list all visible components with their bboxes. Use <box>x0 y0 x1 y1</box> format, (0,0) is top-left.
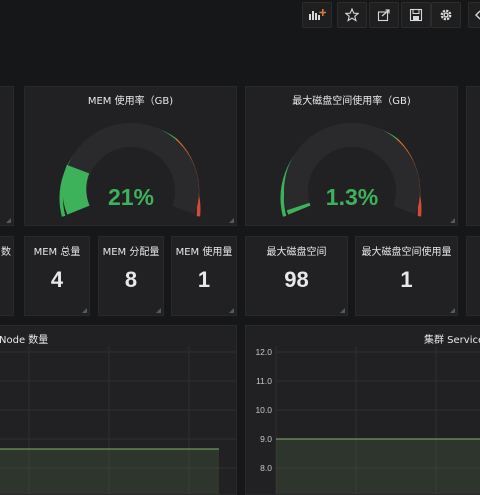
graph-cluster-service-plot: 12.0 11.0 10.0 9.0 8.0 <box>255 346 480 494</box>
stat-panel-mem-allocated[interactable]: MEM 分配量 8 <box>98 236 164 316</box>
save-button[interactable] <box>401 2 431 28</box>
add-panel-button[interactable] <box>302 2 332 28</box>
stat-title: MEM 使用量 <box>175 247 233 258</box>
chevron-left-icon <box>475 10 480 20</box>
y-tick-label: 12.0 <box>255 347 272 357</box>
stat-title: MEM 总量 <box>33 247 81 258</box>
gauge-value: 1.3% <box>326 184 378 210</box>
stat-value: 1 <box>400 267 413 292</box>
dashboard-toolbar <box>0 0 480 32</box>
star-icon <box>345 8 359 22</box>
partial-panel-left <box>0 86 14 226</box>
graph-panel-cluster-service[interactable]: 集群 Service 12.0 11.0 10.0 9.0 8.0 <box>245 325 480 495</box>
stat-value: 4 <box>50 267 64 292</box>
settings-button[interactable] <box>431 2 461 28</box>
share-icon <box>377 9 390 22</box>
resize-handle[interactable] <box>229 218 234 223</box>
stat-panel-max-disk[interactable]: 最大磁盘空间 98 <box>245 236 348 316</box>
share-button[interactable] <box>369 2 399 28</box>
stat-panel-partial-right <box>466 236 480 316</box>
stat-value: 98 <box>284 267 309 292</box>
stat-title: 数 <box>1 247 11 258</box>
stat-title: 最大磁盘空间使用量 <box>361 247 452 258</box>
gear-icon <box>440 9 452 21</box>
resize-handle[interactable] <box>229 308 234 313</box>
stat-panel-mem-total[interactable]: MEM 总量 4 <box>24 236 90 316</box>
gauge-panel-mem[interactable]: MEM 使用率（GB) 21% <box>24 86 237 226</box>
y-tick-label: 10.0 <box>255 405 272 415</box>
y-tick-label: 8.0 <box>260 463 272 473</box>
star-button[interactable] <box>337 2 367 28</box>
stat-panel-mem-used[interactable]: MEM 使用量 1 <box>171 236 237 316</box>
y-tick-label: 11.0 <box>256 376 272 386</box>
gauge-fill <box>286 202 311 215</box>
series-area <box>276 439 480 494</box>
add-panel-icon <box>309 9 326 20</box>
resize-handle[interactable] <box>450 218 455 223</box>
stat-panel-partial[interactable]: 数 <box>0 236 14 316</box>
resize-handle[interactable] <box>156 308 161 313</box>
stat-panel-max-disk-used[interactable]: 最大磁盘空间使用量 1 <box>355 236 458 316</box>
stat-title: MEM 分配量 <box>102 247 160 258</box>
back-button[interactable] <box>468 2 480 28</box>
gauge-value: 21% <box>108 184 154 210</box>
resize-handle[interactable] <box>6 218 11 223</box>
y-tick-label: 9.0 <box>260 434 272 444</box>
save-icon <box>409 8 423 22</box>
graph-node-count-plot <box>0 346 236 494</box>
resize-handle[interactable] <box>450 308 455 313</box>
gauge-fill <box>62 164 90 215</box>
stat-title: 最大磁盘空间 <box>266 247 327 258</box>
gauge-mem-usage: 21% <box>59 122 201 217</box>
graph-area-fill <box>0 449 219 494</box>
gauge-disk-usage: 1.3% <box>280 122 422 217</box>
gauge-panel-disk[interactable]: 最大磁盘空间使用率（GB) 1.3% <box>245 86 458 226</box>
resize-handle[interactable] <box>340 308 345 313</box>
resize-handle[interactable] <box>82 308 87 313</box>
partial-panel-right <box>466 86 480 226</box>
stat-value: 1 <box>197 267 211 292</box>
graph-panel-node-count[interactable]: Node 数量 <box>0 325 237 495</box>
stat-value: 8 <box>124 267 138 292</box>
